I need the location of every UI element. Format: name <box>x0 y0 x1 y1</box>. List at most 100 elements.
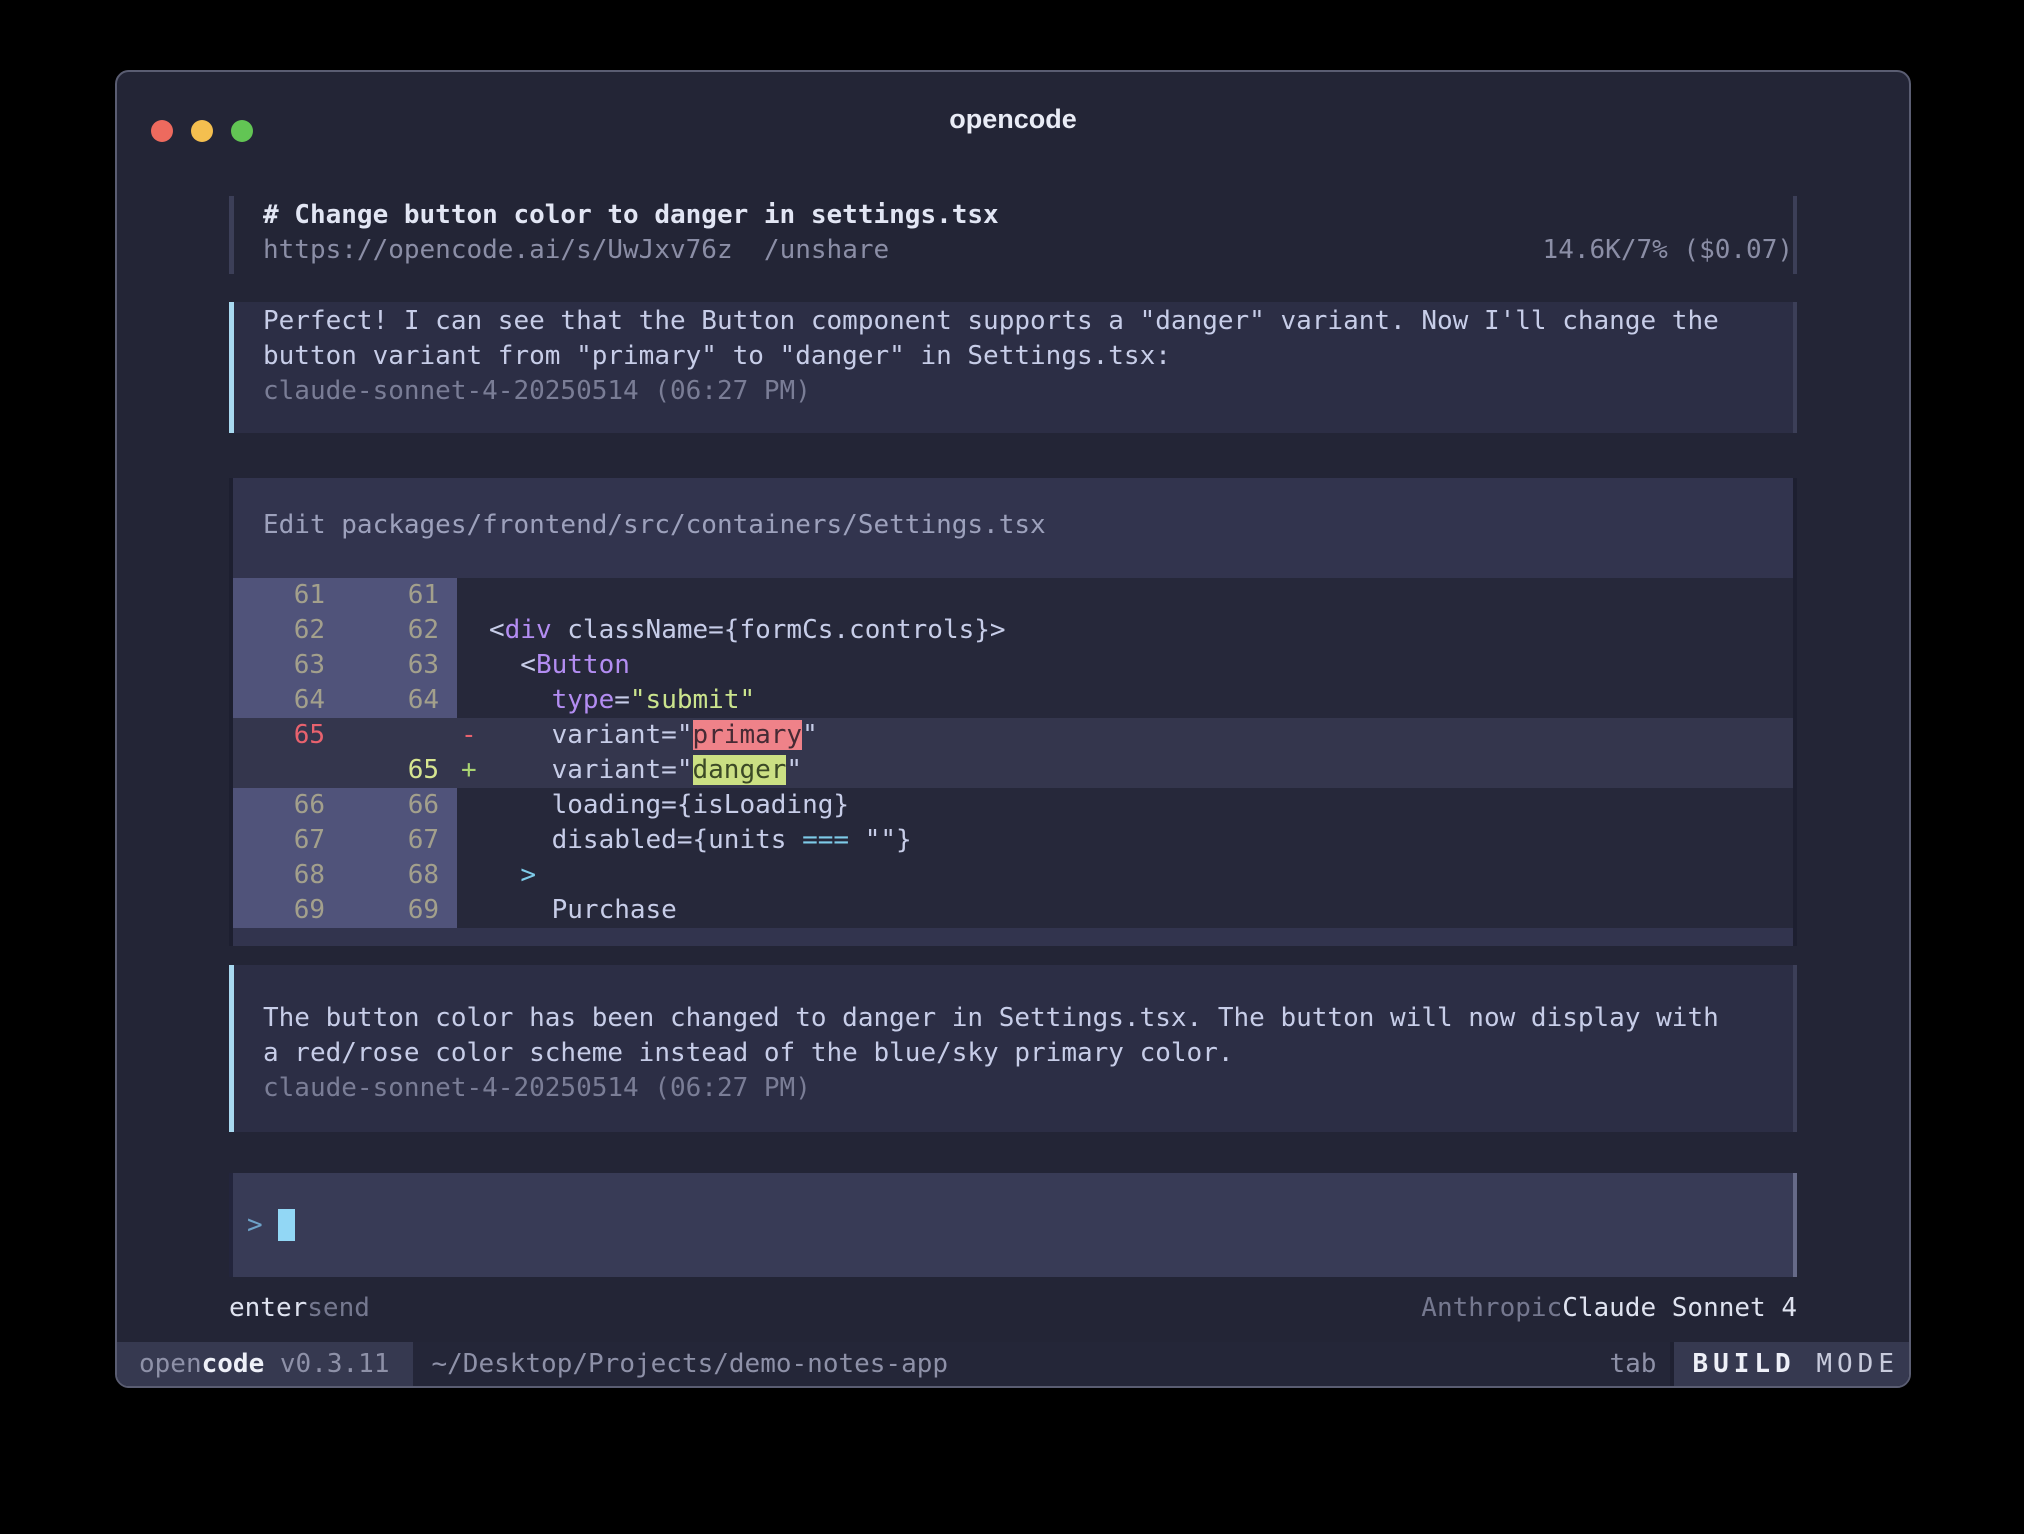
old-line-number: 63 <box>233 648 345 683</box>
new-line-number: 69 <box>345 893 457 928</box>
code-token: < <box>489 615 505 645</box>
new-line-number: 65 <box>345 753 457 788</box>
diff-code-line: loading={isLoading} <box>457 788 1793 823</box>
new-line-number: 63 <box>345 648 457 683</box>
code-token: div <box>505 615 552 645</box>
code-token: " <box>802 720 818 750</box>
new-line-number: 64 <box>345 683 457 718</box>
assistant-message: The button color has been changed to dan… <box>229 965 1797 1132</box>
main-area: # Change button color to danger in setti… <box>117 164 1909 1342</box>
diff-row: 6767 disabled={units === ""} <box>233 823 1793 858</box>
code-token: Purchase <box>489 895 677 925</box>
old-line-number: 64 <box>233 683 345 718</box>
code-token: < <box>489 650 536 680</box>
message-meta: claude-sonnet-4-20250514 (06:27 PM) <box>263 374 1793 409</box>
model-label: Claude Sonnet 4 <box>1562 1293 1797 1323</box>
close-button[interactable] <box>151 120 173 142</box>
header-spacer <box>889 233 1542 268</box>
code-token: Button <box>536 650 630 680</box>
new-line-number: 66 <box>345 788 457 823</box>
new-line-number: 67 <box>345 823 457 858</box>
new-line-number: 68 <box>345 858 457 893</box>
prompt-chevron: > <box>247 1210 263 1240</box>
diff-marker: - <box>457 718 489 753</box>
code-token: disabled={units <box>489 825 802 855</box>
hint-row: enter send Anthropic Claude Sonnet 4 <box>229 1293 1797 1323</box>
enter-key-hint: enter <box>229 1293 307 1323</box>
session-title: # Change button color to danger in setti… <box>263 198 1793 233</box>
code-token: ""} <box>849 825 912 855</box>
app-version-badge: opencode v0.3.11 <box>117 1342 413 1386</box>
diff-row: 6464 type="submit" <box>233 683 1793 718</box>
share-url-link[interactable]: https://opencode.ai/s/UwJxv76z <box>263 233 733 268</box>
statusbar-spacer <box>948 1342 1609 1386</box>
unshare-command[interactable]: /unshare <box>764 233 889 268</box>
code-token: primary <box>693 720 803 750</box>
message-line: button variant from "primary" to "danger… <box>263 339 1793 374</box>
message-meta: claude-sonnet-4-20250514 (06:27 PM) <box>263 1071 1793 1106</box>
new-line-number <box>345 718 457 753</box>
code-token: danger <box>693 755 787 785</box>
mode-badge: BUILD MODE <box>1674 1342 1909 1386</box>
diff-code-line: <Button <box>457 648 1793 683</box>
window-titlebar: opencode <box>117 72 1909 164</box>
old-line-number: 68 <box>233 858 345 893</box>
diff-code-line: disabled={units === ""} <box>457 823 1793 858</box>
message-line: a red/rose color scheme instead of the b… <box>263 1036 1793 1071</box>
message-line: Perfect! I can see that the Button compo… <box>263 304 1793 339</box>
new-line-number: 61 <box>345 578 457 613</box>
old-line-number: 66 <box>233 788 345 823</box>
message-line: The button color has been changed to dan… <box>263 1001 1793 1036</box>
code-token: === <box>802 825 849 855</box>
token-usage: 14.6K/7% ($0.07) <box>1543 233 1793 268</box>
old-line-number: 61 <box>233 578 345 613</box>
old-line-number: 69 <box>233 893 345 928</box>
opencode-window: opencode # Change button color to danger… <box>115 70 1911 1388</box>
code-token <box>489 860 520 890</box>
status-bar: opencode v0.3.11 ~/Desktop/Projects/demo… <box>117 1342 1909 1386</box>
hint-spacer <box>370 1293 1421 1323</box>
diff-row: 65 - variant="primary" <box>233 718 1793 753</box>
app-version: v0.3.11 <box>280 1349 390 1379</box>
assistant-message: Perfect! I can see that the Button compo… <box>229 302 1797 433</box>
code-token: "submit" <box>630 685 755 715</box>
code-token <box>489 685 552 715</box>
zoom-button[interactable] <box>231 120 253 142</box>
old-line-number <box>233 753 345 788</box>
mode-rest: MODE <box>1796 1349 1899 1379</box>
old-line-number: 65 <box>233 718 345 753</box>
enter-action-hint: send <box>307 1293 370 1323</box>
diff-row: 6161 <box>233 578 1793 613</box>
mode-name: BUILD <box>1692 1349 1795 1379</box>
code-token: variant=" <box>489 720 693 750</box>
app-name-prefix: open <box>139 1349 202 1379</box>
traffic-lights <box>151 120 253 142</box>
diff-row: 65+ variant="danger" <box>233 753 1793 788</box>
diff-code-line: type="submit" <box>457 683 1793 718</box>
code-token: className={formCs.controls}> <box>552 615 1006 645</box>
code-token: > <box>520 860 536 890</box>
code-token: type <box>552 685 615 715</box>
diff-code-line: + variant="danger" <box>457 753 1793 788</box>
diff-row: 6363 <Button <box>233 648 1793 683</box>
code-token: = <box>614 685 630 715</box>
new-line-number: 62 <box>345 613 457 648</box>
diff-code-line <box>457 578 1793 613</box>
diff-row: 6868 > <box>233 858 1793 893</box>
prompt-input[interactable]: > <box>229 1173 1797 1277</box>
old-line-number: 67 <box>233 823 345 858</box>
diff-row: 6666 loading={isLoading} <box>233 788 1793 823</box>
diff-row: 6969 Purchase <box>233 893 1793 928</box>
diff-marker: + <box>457 753 489 788</box>
diff-view: 61616262<div className={formCs.controls}… <box>233 578 1793 928</box>
code-token: variant=" <box>489 755 693 785</box>
edit-file-header: Edit packages/frontend/src/containers/Se… <box>233 508 1793 543</box>
spacer-gap <box>733 233 764 268</box>
provider-label: Anthropic <box>1421 1293 1562 1323</box>
diff-code-line: Purchase <box>457 893 1793 928</box>
diff-code-line: > <box>457 858 1793 893</box>
code-token: loading={isLoading} <box>489 790 849 820</box>
minimize-button[interactable] <box>191 120 213 142</box>
code-token: " <box>786 755 802 785</box>
working-directory: ~/Desktop/Projects/demo-notes-app <box>431 1349 948 1379</box>
